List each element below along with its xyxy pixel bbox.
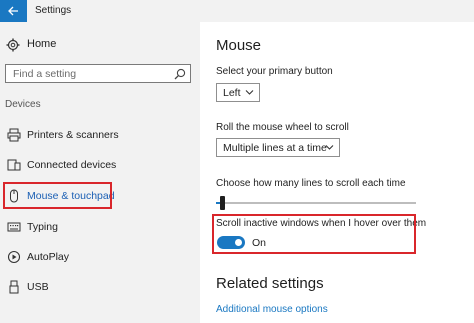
toggle-highlight-box <box>212 214 416 254</box>
sidebar-item-printers[interactable]: Printers & scanners <box>0 126 190 144</box>
sidebar-item-label: Typing <box>27 221 58 233</box>
back-arrow-icon <box>8 6 18 16</box>
related-settings-title: Related settings <box>216 275 324 292</box>
sidebar-item-label: Connected devices <box>27 159 117 171</box>
keyboard-icon <box>7 222 21 232</box>
gear-icon <box>6 38 20 52</box>
back-button[interactable] <box>0 0 27 22</box>
autoplay-icon <box>7 250 21 264</box>
sidebar: Home Find a setting Devices Printers & s… <box>0 22 200 323</box>
sidebar-item-label: Printers & scanners <box>27 129 119 141</box>
lines-slider-track[interactable] <box>216 202 416 204</box>
devices-section-label: Devices <box>5 99 41 110</box>
sidebar-item-typing[interactable]: Typing <box>0 218 190 236</box>
search-icon[interactable] <box>174 68 186 80</box>
additional-mouse-options-link[interactable]: Additional mouse options <box>216 304 328 315</box>
scroll-label: Roll the mouse wheel to scroll <box>216 122 349 133</box>
search-input[interactable]: Find a setting <box>5 64 191 83</box>
selected-item-highlight-box <box>3 182 112 209</box>
home-label: Home <box>27 38 57 50</box>
lines-slider-thumb[interactable] <box>220 196 225 210</box>
primary-button-label: Select your primary button <box>216 66 333 77</box>
usb-icon <box>9 280 19 294</box>
sidebar-item-autoplay[interactable]: AutoPlay <box>0 248 190 266</box>
page-title: Mouse <box>216 37 262 54</box>
sidebar-item-label: USB <box>27 281 49 293</box>
chevron-down-icon <box>325 145 334 150</box>
sidebar-item-label: AutoPlay <box>27 251 70 263</box>
sidebar-item-usb[interactable]: USB <box>0 278 190 296</box>
printer-icon <box>7 128 21 142</box>
home-nav-item[interactable]: Home <box>0 36 180 54</box>
connected-devices-icon <box>7 159 21 171</box>
primary-button-dropdown[interactable]: Left <box>216 83 260 102</box>
scroll-mode-dropdown[interactable]: Multiple lines at a time <box>216 138 340 157</box>
sidebar-item-connected-devices[interactable]: Connected devices <box>0 156 190 174</box>
scroll-mode-value: Multiple lines at a time <box>223 142 327 154</box>
search-placeholder: Find a setting <box>13 68 77 80</box>
chevron-down-icon <box>245 90 254 95</box>
primary-button-value: Left <box>223 87 241 99</box>
window-title: Settings <box>35 5 72 16</box>
lines-label: Choose how many lines to scroll each tim… <box>216 178 406 189</box>
title-bar: Settings <box>0 0 474 22</box>
